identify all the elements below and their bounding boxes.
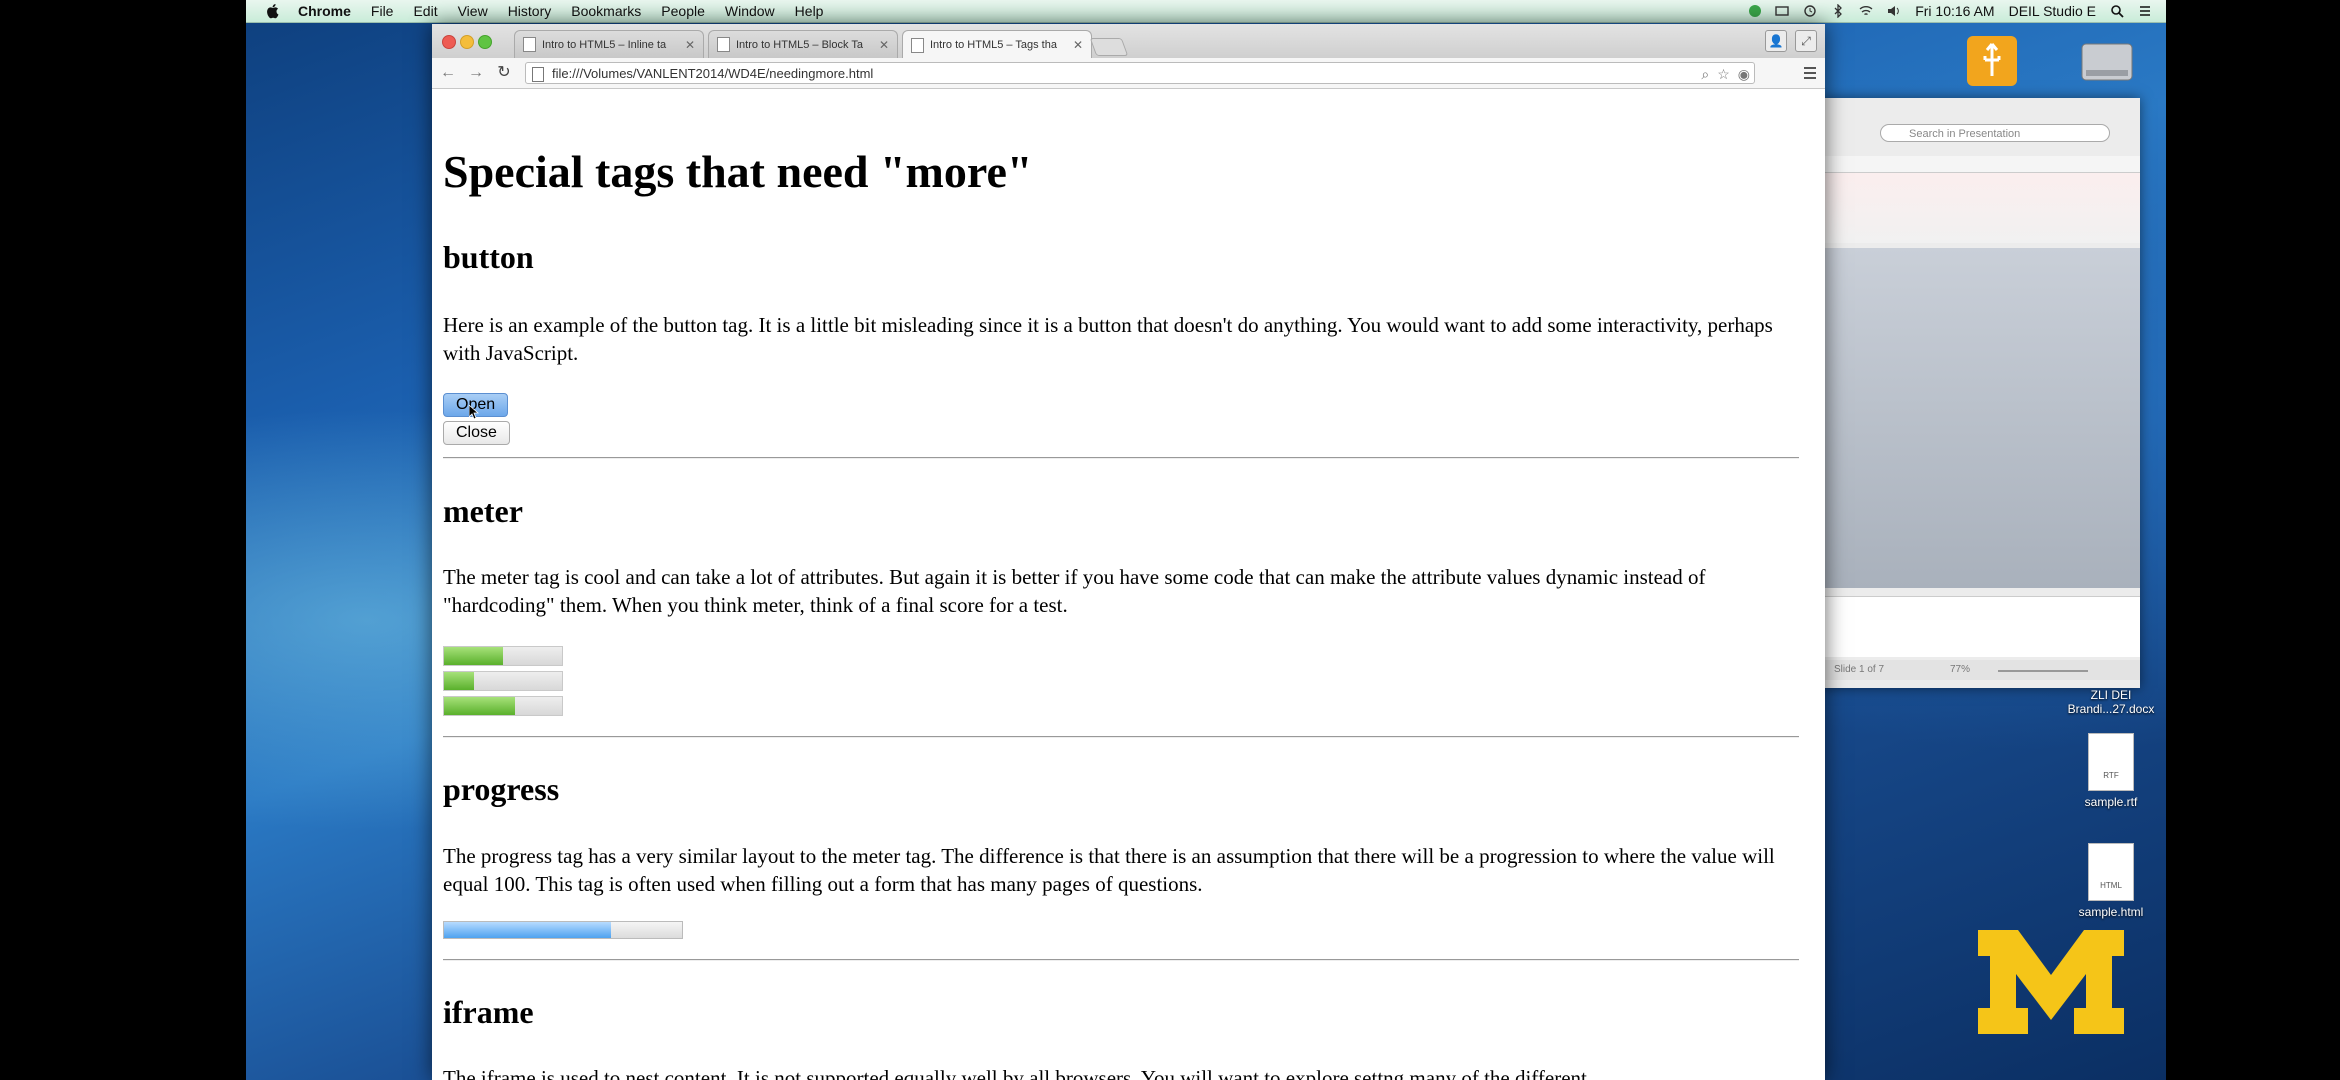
page-icon — [911, 37, 924, 53]
heading-iframe: iframe — [443, 994, 534, 1030]
heading-meter: meter — [443, 493, 523, 529]
notification-center-icon[interactable] — [2138, 4, 2152, 18]
close-button[interactable]: Close — [443, 421, 510, 445]
menu-people[interactable]: People — [661, 3, 705, 19]
page-content: Special tags that need "more" button Her… — [432, 89, 1825, 1080]
forward-button[interactable]: → — [466, 63, 486, 83]
window-controls: 👤 ⤢ — [1765, 30, 1817, 52]
desktop-file-rtf[interactable]: RTF sample.rtf — [2056, 733, 2166, 809]
meter-bar-2 — [443, 671, 563, 691]
screen: Chrome File Edit View History Bookmarks … — [0, 0, 2340, 1080]
menu-bookmarks[interactable]: Bookmarks — [571, 3, 641, 19]
tab-block-tags[interactable]: Intro to HTML5 – Block Ta ✕ — [708, 30, 898, 58]
page-icon — [717, 37, 730, 52]
desktop-file-html[interactable]: HTML sample.html — [2056, 843, 2166, 919]
browser-window: Intro to HTML5 – Inline ta ✕ Intro to HT… — [432, 24, 1825, 1080]
tab-inline-tags[interactable]: Intro to HTML5 – Inline ta ✕ — [514, 30, 704, 58]
presentation-ribbon — [1820, 156, 2140, 173]
apple-icon[interactable] — [266, 3, 280, 19]
zoom-slider[interactable] — [1998, 670, 2088, 672]
menu-bar-extras: Fri 10:16 AM DEIL Studio E — [1749, 0, 2152, 22]
document-icon: HTML — [2088, 843, 2134, 901]
chrome-menu-icon[interactable] — [1803, 66, 1817, 80]
display-icon[interactable] — [1775, 4, 1789, 18]
presentation-slide-area[interactable] — [1820, 248, 2140, 588]
meter-fill — [444, 672, 474, 690]
presentation-notes[interactable] — [1820, 596, 2140, 657]
extension-icon[interactable]: ◉ — [1738, 63, 1750, 85]
desktop: Chrome File Edit View History Bookmarks … — [246, 0, 2166, 1080]
bookmark-star-icon[interactable]: ☆ — [1717, 63, 1730, 85]
spotlight-search-icon[interactable] — [2110, 4, 2124, 18]
menu-edit[interactable]: Edit — [413, 3, 437, 19]
heading-button: button — [443, 239, 534, 275]
close-tab-icon[interactable]: ✕ — [879, 38, 889, 52]
section-divider — [443, 457, 1799, 459]
menu-window[interactable]: Window — [725, 3, 775, 19]
block-m-logo — [1978, 930, 2124, 1034]
menu-user[interactable]: DEIL Studio E — [2009, 3, 2096, 19]
page-title: Special tags that need "more" — [443, 146, 1033, 197]
meter-description: The meter tag is cool and can take a lot… — [443, 565, 1706, 617]
omnibox-actions: ⌕ ☆ ◉ — [1701, 63, 1750, 85]
meter-bar-1 — [443, 646, 563, 666]
slide-counter: Slide 1 of 7 — [1834, 664, 1885, 675]
presentation-search-input[interactable]: Search in Presentation — [1880, 124, 2110, 142]
profile-icon[interactable]: 👤 — [1765, 30, 1787, 52]
progress-bar — [443, 921, 683, 939]
menu-clock[interactable]: Fri 10:16 AM — [1915, 3, 1994, 19]
mouse-cursor-icon — [469, 405, 479, 419]
meter-bar-3 — [443, 696, 563, 716]
browser-toolbar: ← → ↻ file:///Volumes/VANLENT2014/WD4E/n… — [432, 58, 1825, 89]
usb-drive-icon[interactable] — [1961, 30, 2023, 92]
zoom-window-button[interactable] — [478, 35, 492, 49]
search-icon[interactable]: ⌕ — [1701, 63, 1709, 85]
close-window-button[interactable] — [442, 35, 456, 49]
tab-strip: Intro to HTML5 – Inline ta ✕ Intro to HT… — [432, 24, 1825, 59]
button-description: Here is an example of the button tag. It… — [443, 313, 1773, 365]
presentation-window: Search in Presentation Slide 1 of 7 77% — [1820, 98, 2140, 688]
meter-fill — [444, 647, 503, 665]
volume-icon[interactable] — [1887, 4, 1901, 18]
address-url: file:///Volumes/VANLENT2014/WD4E/needing… — [552, 66, 874, 81]
wifi-icon[interactable] — [1859, 4, 1873, 18]
menu-help[interactable]: Help — [795, 3, 824, 19]
section-divider — [443, 959, 1799, 961]
section-divider — [443, 736, 1799, 738]
iframe-description: The iframe is used to nest content. It i… — [443, 1066, 1587, 1080]
status-dot-icon[interactable] — [1749, 5, 1762, 17]
reload-button[interactable]: ↻ — [494, 63, 514, 83]
menu-view[interactable]: View — [458, 3, 488, 19]
close-tab-icon[interactable]: ✕ — [685, 38, 695, 52]
new-tab-button[interactable] — [1089, 38, 1129, 56]
progress-description: The progress tag has a very similar layo… — [443, 844, 1775, 896]
heading-progress: progress — [443, 771, 560, 807]
progress-fill — [444, 922, 611, 938]
minimize-window-button[interactable] — [460, 35, 474, 49]
close-tab-icon[interactable]: ✕ — [1073, 38, 1083, 52]
back-button[interactable]: ← — [438, 63, 458, 83]
menu-file[interactable]: File — [371, 3, 394, 19]
page-info-icon[interactable] — [532, 67, 544, 82]
page-icon — [523, 37, 536, 52]
meter-fill — [444, 697, 515, 715]
hard-drive-icon[interactable] — [2076, 30, 2138, 92]
zoom-level: 77% — [1950, 664, 1971, 675]
menu-history[interactable]: History — [508, 3, 552, 19]
presentation-toolbar — [1820, 173, 2140, 243]
tab-tags-need-more[interactable]: Intro to HTML5 – Tags tha ✕ — [902, 30, 1092, 59]
address-bar[interactable]: file:///Volumes/VANLENT2014/WD4E/needing… — [525, 62, 1755, 84]
document-icon: RTF — [2088, 733, 2134, 791]
menu-chrome[interactable]: Chrome — [298, 3, 351, 19]
bluetooth-icon[interactable] — [1831, 4, 1845, 18]
desktop-file-docx[interactable]: ZLI DEI Brandi...27.docx — [2056, 688, 2166, 716]
presentation-status-bar: Slide 1 of 7 77% — [1820, 660, 2140, 680]
menu-bar: Chrome File Edit View History Bookmarks … — [246, 0, 2166, 23]
fullscreen-icon[interactable]: ⤢ — [1795, 30, 1817, 52]
time-machine-icon[interactable] — [1803, 4, 1817, 18]
